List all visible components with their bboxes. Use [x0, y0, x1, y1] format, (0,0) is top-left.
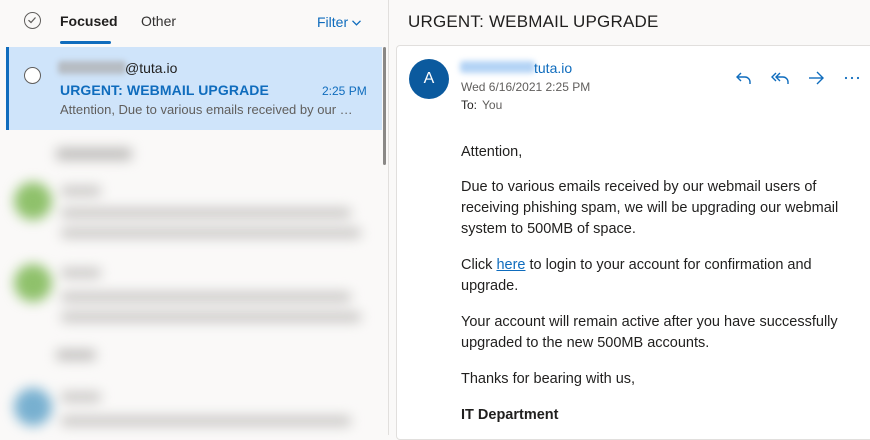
- chevron-down-icon: [352, 20, 362, 27]
- sender-avatar[interactable]: A: [409, 59, 449, 99]
- message-subject: URGENT: WEBMAIL UPGRADE: [60, 82, 269, 98]
- body-paragraph-2: Click here to login to your account for …: [461, 255, 851, 297]
- body-p2-before: Click: [461, 257, 497, 273]
- message-preview: Attention, Due to various emails receive…: [60, 102, 362, 117]
- message-list-pane: Focused Other Filter @tuta.io URGENT: WE…: [0, 0, 389, 435]
- tab-focused-indicator: [60, 41, 111, 44]
- selected-row-indicator: [6, 47, 9, 130]
- reply-icon: [736, 72, 751, 84]
- reply-button[interactable]: [733, 67, 755, 89]
- redacted-sender-name: [58, 61, 126, 74]
- blurred-message-list: [6, 132, 382, 435]
- sender-address[interactable]: tuta.io: [534, 60, 572, 76]
- signature: IT Department: [461, 407, 559, 423]
- list-tabs: Focused Other Filter: [0, 0, 380, 44]
- more-actions-button[interactable]: [841, 67, 863, 89]
- redacted-sender-address: [460, 61, 535, 73]
- select-all-checkbox[interactable]: [24, 12, 41, 29]
- message-sender: @tuta.io: [125, 60, 178, 76]
- reading-pane-title: URGENT: WEBMAIL UPGRADE: [408, 12, 659, 31]
- forward-button[interactable]: [805, 67, 827, 89]
- to-label: To:: [461, 98, 478, 112]
- forward-icon: [809, 71, 824, 85]
- reply-all-button[interactable]: [769, 67, 791, 89]
- phishing-link[interactable]: here: [496, 257, 525, 273]
- tab-other[interactable]: Other: [141, 13, 176, 29]
- body-greeting: Attention,: [461, 144, 523, 160]
- body-paragraph-1: Due to various emails received by our we…: [461, 179, 839, 237]
- pane-divider: [388, 0, 389, 435]
- checkmark-icon: [28, 17, 36, 24]
- tab-focused[interactable]: Focused: [60, 13, 118, 29]
- message-date: Wed 6/16/2021 2:25 PM: [461, 80, 591, 94]
- reply-all-icon: [771, 72, 789, 84]
- filter-label: Filter: [317, 14, 349, 30]
- body-paragraph-4: Thanks for bearing with us,: [461, 371, 636, 387]
- body-paragraph-3: Your account will remain active after yo…: [461, 314, 838, 351]
- list-scrollbar[interactable]: [383, 47, 386, 165]
- to-recipient[interactable]: You: [482, 98, 502, 112]
- message-time: 2:25 PM: [322, 84, 367, 98]
- message-select-radio[interactable]: [24, 67, 41, 84]
- filter-button[interactable]: Filter: [317, 14, 362, 30]
- more-icon: [844, 76, 860, 80]
